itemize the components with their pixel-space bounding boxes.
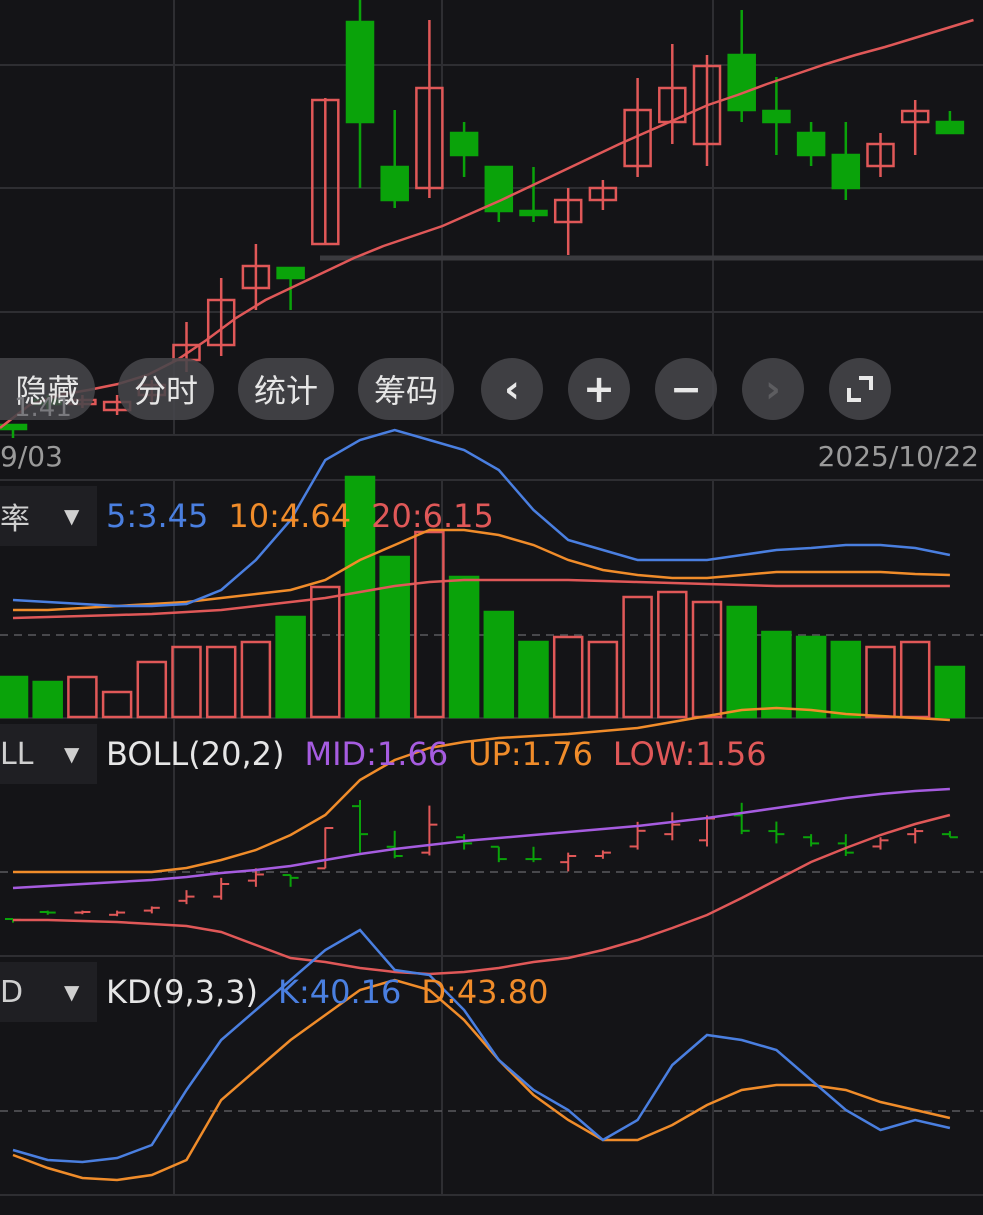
turnover-selector-label: 率 <box>0 502 30 537</box>
candle-body <box>345 20 375 124</box>
turnover-bar <box>414 530 445 719</box>
turnover-bar <box>726 605 757 719</box>
stats-button[interactable]: 统计 <box>238 358 334 420</box>
caret-down-icon: ▼ <box>64 742 80 766</box>
kd-name: KD(9,3,3) <box>106 973 259 1011</box>
chevron-left-icon: ‹ <box>504 367 520 411</box>
candle-body <box>762 109 791 124</box>
price-label: 1.41 <box>14 393 72 423</box>
turnover-bar <box>657 590 688 719</box>
prev-button[interactable]: ‹ <box>481 358 543 420</box>
stats-label: 统计 <box>253 372 318 410</box>
turnover-bar <box>934 665 966 719</box>
turnover-bar <box>379 555 410 719</box>
boll-low-value: LOW:1.56 <box>612 735 767 773</box>
zoom-out-button[interactable]: − <box>655 358 717 420</box>
turnover-ma5-value: 5:3.45 <box>106 497 209 535</box>
boll-up-value: UP:1.76 <box>468 735 593 773</box>
timeshare-button[interactable]: 分时 <box>118 358 214 420</box>
turnover-bar <box>518 640 549 719</box>
turnover-bar <box>67 675 98 719</box>
kd-selector-label: D <box>0 974 24 1010</box>
candle-body <box>796 131 826 157</box>
zoom-in-button[interactable]: + <box>568 358 630 420</box>
boll-values: BOLL(20,2) MID:1.66 UP:1.76 LOW:1.56 <box>106 726 787 782</box>
fullscreen-button[interactable] <box>829 358 891 420</box>
fullscreen-icon <box>847 376 873 402</box>
turnover-bar <box>483 610 515 719</box>
candle-body <box>831 153 861 190</box>
boll-mid-value: MID:1.66 <box>304 735 449 773</box>
minus-icon: − <box>670 367 702 411</box>
boll-selector-label: LL <box>0 736 34 772</box>
turnover-bar <box>136 660 168 719</box>
chips-button[interactable]: 筹码 <box>358 358 454 420</box>
turnover-indicator-selector[interactable]: 率 ▼ <box>0 486 97 546</box>
candle-body <box>380 165 409 202</box>
kd-d-value: D:43.80 <box>421 973 549 1011</box>
turnover-ma20-line <box>12 578 950 620</box>
kd-indicator-selector[interactable]: D ▼ <box>0 962 97 1022</box>
timeshare-label: 分时 <box>133 372 198 410</box>
caret-down-icon: ▼ <box>64 980 80 1004</box>
candle-body <box>519 209 548 217</box>
turnover-bar <box>552 635 584 719</box>
kd-k-value: K:40.16 <box>278 973 402 1011</box>
turnover-bar <box>205 645 237 719</box>
candle-body <box>449 131 479 157</box>
turnover-bar <box>448 575 480 719</box>
candle-body <box>935 120 965 135</box>
turnover-ma10-value: 10:4.64 <box>228 497 352 535</box>
next-button[interactable]: › <box>742 358 804 420</box>
turnover-bar <box>101 690 133 719</box>
candle-body <box>276 266 305 280</box>
turnover-bar <box>795 635 827 719</box>
turnover-bar <box>310 585 341 719</box>
turnover-bar <box>899 640 931 719</box>
turnover-bar <box>0 675 29 719</box>
turnover-bar <box>622 595 653 719</box>
candle-body <box>727 53 756 112</box>
boll-indicator-selector[interactable]: LL ▼ <box>0 724 97 784</box>
turnover-bar <box>691 600 723 719</box>
start-date-label: 9/03 <box>0 440 63 473</box>
chevron-right-icon: › <box>765 367 781 411</box>
turnover-bar <box>830 640 862 719</box>
plus-icon: + <box>583 367 615 411</box>
chart-canvas[interactable] <box>0 0 983 1215</box>
end-date-label: 2025/10/22 <box>817 440 979 473</box>
turnover-bar <box>275 615 306 719</box>
turnover-bar <box>171 645 202 719</box>
boll-name: BOLL(20,2) <box>106 735 285 773</box>
kd-values: KD(9,3,3) K:40.16 D:43.80 <box>106 964 568 1020</box>
turnover-bar <box>587 640 619 719</box>
turnover-bar <box>761 630 792 719</box>
turnover-bar <box>865 645 896 719</box>
caret-down-icon: ▼ <box>64 504 80 528</box>
turnover-bar <box>240 640 272 719</box>
chart-toolbar: 隐藏 分时 统计 筹码 ‹ + − › <box>0 358 983 420</box>
boll-mid-line <box>12 787 950 890</box>
turnover-ma20-value: 20:6.15 <box>371 497 494 535</box>
chips-label: 筹码 <box>373 372 438 410</box>
turnover-bar <box>32 680 63 719</box>
stock-chart-screen: 隐藏 分时 统计 筹码 ‹ + − › 1.41 9/03 2025/10/22… <box>0 0 983 1215</box>
turnover-values: 5:3.45 10:4.64 20:6.15 <box>106 488 514 544</box>
